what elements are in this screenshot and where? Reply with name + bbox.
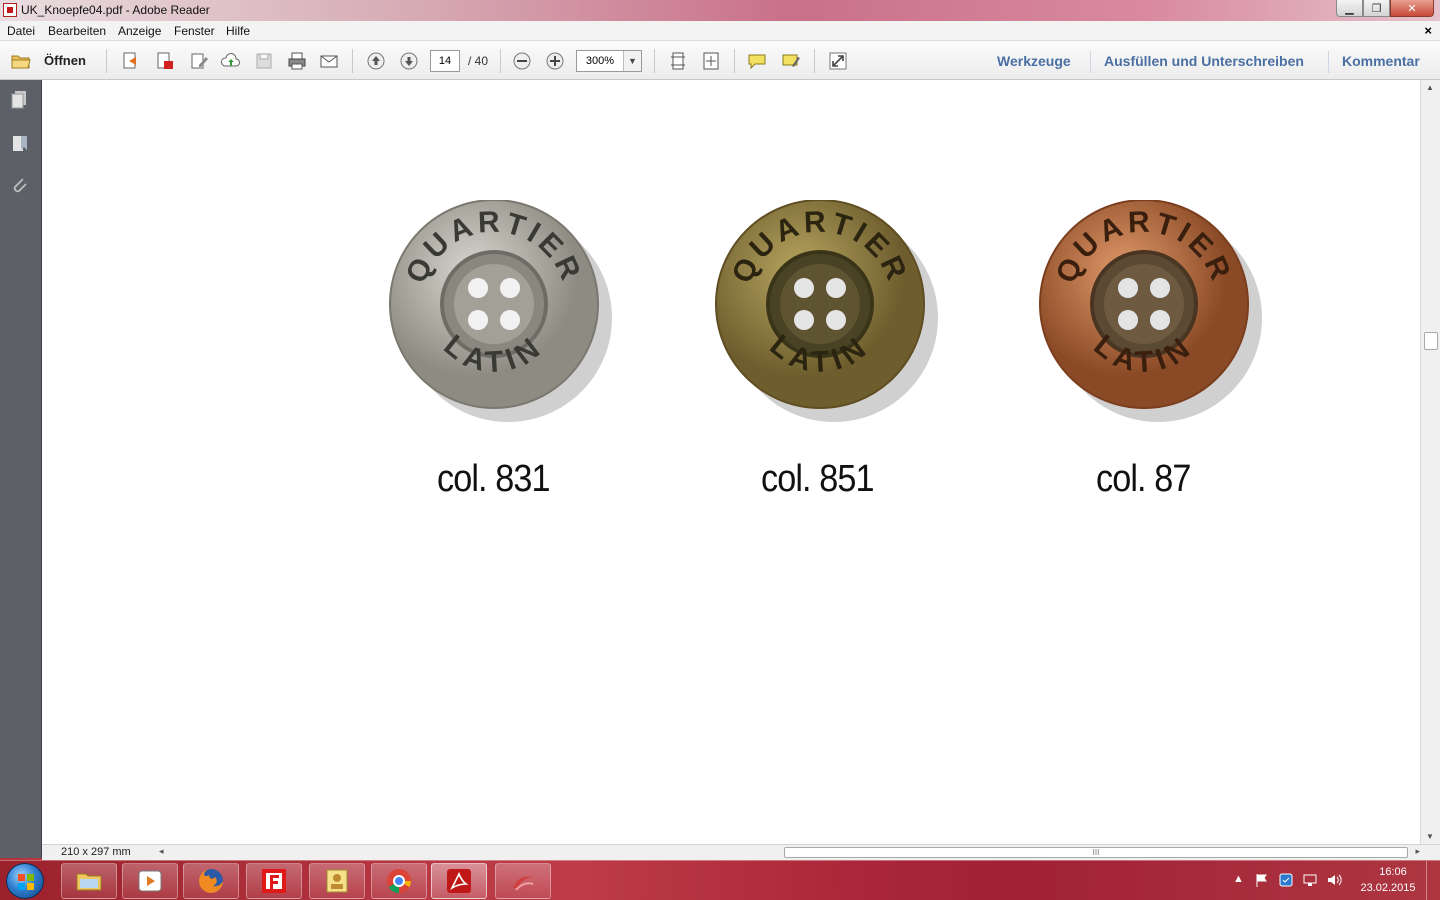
caption-col-851: col. 851 <box>761 458 874 500</box>
network-icon[interactable] <box>1302 872 1318 888</box>
show-desktop-button[interactable] <box>1426 861 1440 900</box>
previous-page-icon[interactable] <box>365 50 387 72</box>
taskbar-chrome[interactable] <box>371 863 427 899</box>
adobe-reader-icon <box>447 869 471 893</box>
fill-sign-pane-link[interactable]: Ausfüllen und Unterschreiben <box>1104 53 1304 69</box>
save-icon[interactable] <box>253 50 275 72</box>
toolbar-separator <box>1328 51 1329 73</box>
maximize-button[interactable]: ❐ <box>1363 0 1390 17</box>
toolbar-separator <box>1090 51 1091 73</box>
scroll-right-arrow-icon[interactable]: ▸ <box>1415 846 1420 857</box>
comment-pane-link[interactable]: Kommentar <box>1342 53 1420 69</box>
menu-hilfe[interactable]: Hilfe <box>226 24 250 38</box>
taskbar-contacts[interactable] <box>309 863 365 899</box>
attachments-paperclip-icon[interactable] <box>9 174 31 198</box>
menu-datei[interactable]: Datei <box>7 24 35 38</box>
status-bar: 210 x 297 mm ◂ III ▸ <box>42 844 1440 860</box>
bookmarks-icon[interactable] <box>9 132 31 156</box>
menu-bearbeiten[interactable]: Bearbeiten <box>48 24 106 38</box>
horizontal-scroll-thumb[interactable]: III <box>784 847 1408 858</box>
open-folder-icon[interactable] <box>10 50 32 72</box>
vertical-scroll-thumb[interactable] <box>1424 332 1438 350</box>
button-image-851: QUARTIER LATIN <box>714 200 944 435</box>
comment-bubble-icon[interactable] <box>746 50 768 72</box>
button-image-831: QUARTIER LATIN <box>388 200 618 435</box>
button-831-graphic: QUARTIER LATIN <box>389 200 612 422</box>
tools-pane-link[interactable]: Werkzeuge <box>997 53 1071 69</box>
open-button-label[interactable]: Öffnen <box>44 53 86 68</box>
highlight-text-icon[interactable] <box>780 50 802 72</box>
clock-time[interactable]: 16:06 <box>1373 866 1413 878</box>
volume-speaker-icon[interactable] <box>1326 872 1342 888</box>
taskbar-adobe-reader[interactable] <box>431 863 487 899</box>
export-pdf-icon[interactable] <box>154 50 176 72</box>
email-icon[interactable] <box>318 50 340 72</box>
navigation-pane <box>0 80 42 858</box>
menu-fenster[interactable]: Fenster <box>174 24 215 38</box>
edit-document-icon[interactable] <box>188 50 210 72</box>
folder-icon <box>76 873 102 891</box>
page-thumbnails-icon[interactable] <box>9 88 31 112</box>
taskbar-acrobat-connect[interactable] <box>495 863 551 899</box>
menu-anzeige[interactable]: Anzeige <box>118 24 161 38</box>
scroll-down-arrow-icon[interactable]: ▼ <box>1426 832 1434 841</box>
scroll-up-arrow-icon[interactable]: ▲ <box>1426 83 1434 92</box>
security-shield-icon[interactable] <box>1278 872 1294 888</box>
zoom-select[interactable]: 300% ▼ <box>576 50 642 72</box>
expand-icon[interactable] <box>827 50 849 72</box>
chrome-icon <box>387 869 411 893</box>
contacts-icon <box>326 869 348 893</box>
taskbar-media-player[interactable] <box>122 863 178 899</box>
print-icon[interactable] <box>286 50 308 72</box>
zoom-value: 300% <box>585 55 615 67</box>
window-title: UK_Knoepfe04.pdf - Adobe Reader <box>21 3 210 17</box>
toolbar-separator <box>654 49 655 73</box>
taskbar-firefox[interactable] <box>183 863 239 899</box>
windows-logo-icon <box>18 874 34 890</box>
taskbar: ▲ <box>0 860 1440 900</box>
full-screen-fit-icon[interactable] <box>700 50 722 72</box>
toolbar: Öffnen / 40 300% ▼ <box>0 41 1440 80</box>
page-number-input[interactable] <box>430 50 460 72</box>
minimize-button[interactable]: ▁ <box>1336 0 1363 17</box>
show-hidden-icons-arrow[interactable]: ▲ <box>1233 873 1244 885</box>
start-button[interactable] <box>6 863 44 899</box>
action-center-flag-icon[interactable] <box>1254 872 1270 888</box>
caption-col-831: col. 831 <box>437 458 550 500</box>
window-controls: ▁ ❐ ✕ <box>1336 0 1434 18</box>
adobe-reader-icon <box>3 3 17 17</box>
toolbar-separator <box>734 49 735 73</box>
menu-bar: Datei Bearbeiten Anzeige Fenster Hilfe × <box>0 21 1440 41</box>
next-page-icon[interactable] <box>398 50 420 72</box>
document-page: QUARTIER LATIN col. 831 QUARTIER LATIN c… <box>42 80 1420 844</box>
scroll-left-arrow-icon[interactable]: ◂ <box>159 846 164 857</box>
create-pdf-icon[interactable] <box>120 50 142 72</box>
button-851-graphic: QUARTIER LATIN <box>715 200 938 422</box>
media-player-icon <box>138 870 162 892</box>
button-87-graphic: QUARTIER LATIN <box>1039 200 1262 422</box>
toolbar-separator <box>352 49 353 73</box>
clock-date[interactable]: 23.02.2015 <box>1358 882 1418 894</box>
taskbar-app-f[interactable] <box>246 863 302 899</box>
button-image-87: QUARTIER LATIN <box>1038 200 1268 435</box>
title-bar: UK_Knoepfe04.pdf - Adobe Reader ▁ ❐ ✕ <box>0 0 1440 21</box>
fit-page-icon[interactable] <box>667 50 689 72</box>
zoom-out-icon[interactable] <box>511 50 533 72</box>
caption-col-87: col. 87 <box>1096 458 1191 500</box>
toolbar-separator <box>500 49 501 73</box>
f-app-icon <box>262 869 286 893</box>
page-size-label: 210 x 297 mm <box>61 846 131 858</box>
close-button[interactable]: ✕ <box>1390 0 1434 17</box>
toolbar-separator <box>106 49 107 73</box>
toolbar-separator <box>814 49 815 73</box>
zoom-in-icon[interactable] <box>544 50 566 72</box>
page-total: / 40 <box>468 54 489 68</box>
close-document-button[interactable]: × <box>1424 23 1432 38</box>
chevron-down-icon[interactable]: ▼ <box>623 51 641 71</box>
upload-cloud-icon[interactable] <box>220 50 242 72</box>
vertical-scrollbar[interactable]: ▲ ▼ <box>1420 80 1440 844</box>
firefox-icon <box>199 869 223 893</box>
taskbar-explorer[interactable] <box>61 863 117 899</box>
acrobat-swirl-icon <box>513 876 534 891</box>
